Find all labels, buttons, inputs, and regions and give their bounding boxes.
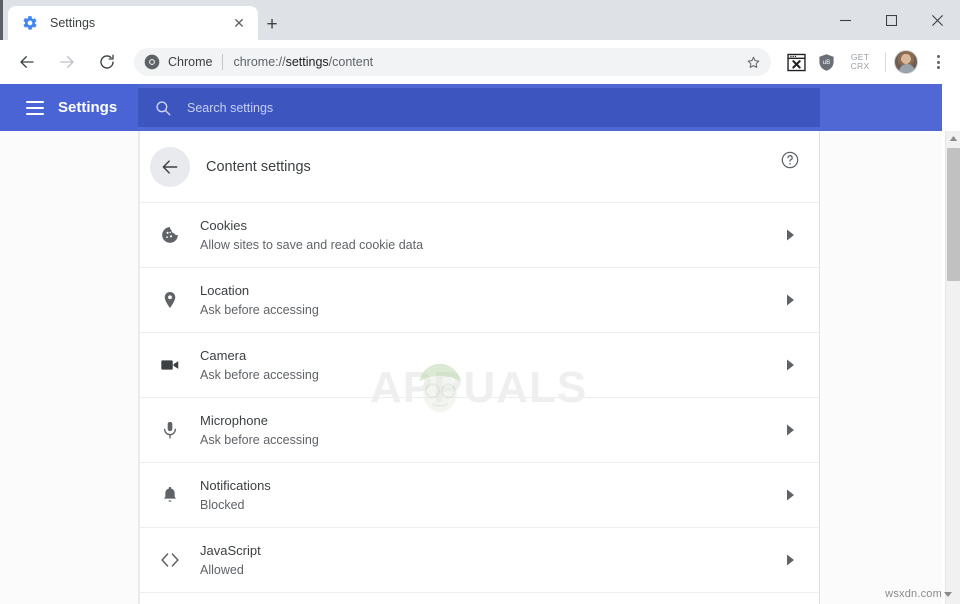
settings-top-bar-filler <box>820 84 942 131</box>
popup-blocker-extension-icon[interactable] <box>783 49 809 75</box>
close-icon[interactable]: ✕ <box>228 12 250 34</box>
content-settings-card: Content settings Cookies Allow sites to … <box>139 131 820 604</box>
location-pin-icon <box>156 290 184 310</box>
chevron-right-icon[interactable] <box>775 554 805 566</box>
chevron-right-icon[interactable] <box>775 294 805 306</box>
settings-page: Settings Search settings Content setting… <box>0 84 960 604</box>
microphone-icon <box>156 420 184 440</box>
bookmark-star-icon[interactable] <box>741 50 765 74</box>
row-subtitle: Allowed <box>200 562 244 577</box>
table-row[interactable]: Notifications Blocked <box>140 462 819 527</box>
search-icon <box>154 99 172 117</box>
row-text: Notifications Blocked <box>200 477 775 514</box>
chevron-right-icon[interactable] <box>775 359 805 371</box>
url-host: settings <box>285 55 329 69</box>
browser-toolbar: Chrome chrome://settings/content uB GET <box>0 40 960 84</box>
settings-top-bar: Settings Search settings <box>0 84 942 131</box>
row-subtitle: Blocked <box>200 497 245 512</box>
profile-avatar[interactable] <box>894 50 918 74</box>
content-settings-header: Content settings <box>140 131 819 202</box>
svg-text:uB: uB <box>822 59 829 65</box>
url-path: /content <box>328 55 374 69</box>
back-arrow-icon[interactable] <box>150 146 190 187</box>
row-subtitle: Ask before accessing <box>200 302 319 317</box>
browser-window: Settings ✕ + Chrome chrome://settings/co… <box>0 0 960 604</box>
chrome-menu-icon[interactable] <box>924 48 952 76</box>
chevron-right-icon[interactable] <box>775 229 805 241</box>
row-text: Cookies Allow sites to save and read coo… <box>200 217 775 254</box>
chrome-logo-icon <box>144 54 160 70</box>
browser-tab-settings[interactable]: Settings ✕ <box>8 6 258 40</box>
settings-left-gutter <box>0 131 139 604</box>
row-text: JavaScript Allowed <box>200 542 775 579</box>
row-title: Location <box>200 282 250 298</box>
tab-title: Settings <box>50 16 96 30</box>
camera-icon <box>156 354 184 376</box>
get-crx-label[interactable]: GET CRX <box>843 52 877 72</box>
omnibox-divider <box>222 54 224 70</box>
wsxdn-watermark: wsxdn.com <box>885 588 952 600</box>
reload-icon[interactable] <box>90 45 124 79</box>
chevron-right-icon[interactable] <box>775 489 805 501</box>
table-row[interactable]: JavaScript Allowed <box>140 527 819 592</box>
row-title: Cookies <box>200 217 247 233</box>
code-brackets-icon <box>156 549 184 571</box>
row-subtitle: Ask before accessing <box>200 432 319 447</box>
close-button[interactable] <box>914 0 960 40</box>
search-settings-input[interactable]: Search settings <box>138 88 820 127</box>
content-settings-list: Cookies Allow sites to save and read coo… <box>140 202 819 604</box>
row-title: Notifications <box>200 477 271 493</box>
omnibox-url: chrome://settings/content <box>233 55 373 69</box>
omnibox-chip-label: Chrome <box>168 55 213 69</box>
window-left-edge <box>0 0 3 40</box>
maximize-button[interactable] <box>868 0 914 40</box>
address-bar[interactable]: Chrome chrome://settings/content <box>134 48 771 76</box>
row-title: Camera <box>200 347 247 363</box>
minimize-button[interactable] <box>822 0 868 40</box>
new-tab-button[interactable]: + <box>258 10 286 38</box>
url-scheme: chrome:// <box>233 55 286 69</box>
window-controls <box>822 0 960 40</box>
row-subtitle: Ask before accessing <box>200 367 319 382</box>
page-scrollbar[interactable] <box>945 131 960 604</box>
forward-icon <box>50 45 84 79</box>
row-subtitle: Allow sites to save and read cookie data <box>200 237 424 252</box>
row-title: JavaScript <box>200 542 261 558</box>
table-row-partial[interactable] <box>140 592 819 604</box>
shield-extension-icon[interactable]: uB <box>813 49 839 75</box>
row-text: Location Ask before accessing <box>200 282 775 319</box>
chevron-right-icon[interactable] <box>775 424 805 436</box>
settings-brand: Settings <box>0 84 138 131</box>
cookie-icon <box>156 225 184 245</box>
page-title: Content settings <box>206 158 311 175</box>
back-icon[interactable] <box>10 45 44 79</box>
table-row[interactable]: Cookies Allow sites to save and read coo… <box>140 202 819 267</box>
gear-icon <box>22 15 38 31</box>
scroll-up-arrow-icon[interactable] <box>946 131 960 146</box>
help-icon[interactable] <box>777 147 803 173</box>
row-text: Camera Ask before accessing <box>200 347 775 384</box>
scrollbar-thumb[interactable] <box>947 148 960 281</box>
table-row[interactable]: Location Ask before accessing <box>140 267 819 332</box>
table-row[interactable]: Camera Ask before accessing <box>140 332 819 397</box>
table-row[interactable]: Microphone Ask before accessing <box>140 397 819 462</box>
toolbar-divider <box>885 52 886 72</box>
settings-title: Settings <box>58 99 118 116</box>
tab-strip: Settings ✕ + <box>0 0 960 40</box>
row-text: Microphone Ask before accessing <box>200 412 775 449</box>
search-placeholder: Search settings <box>187 100 274 115</box>
get-crx-line2: CRX <box>850 61 870 71</box>
settings-right-gutter <box>821 131 942 604</box>
bell-icon <box>156 485 184 505</box>
hamburger-menu-icon[interactable] <box>26 100 44 115</box>
row-title: Microphone <box>200 412 268 428</box>
